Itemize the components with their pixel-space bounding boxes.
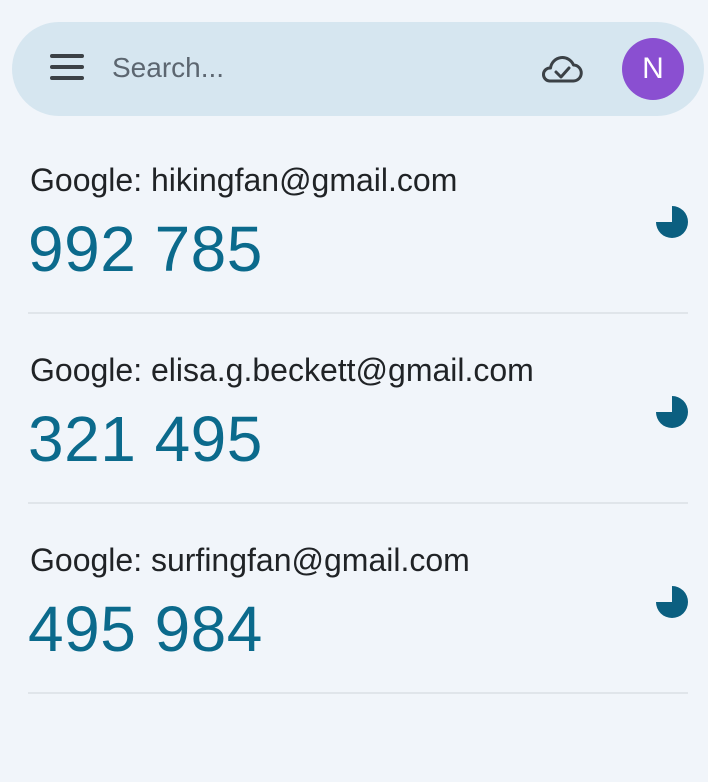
timer-icon	[654, 204, 690, 240]
account-label: Google: hikingfan@gmail.com	[30, 162, 458, 198]
account-item[interactable]: Google: surfingfan@gmail.com 495 984	[0, 504, 708, 694]
hamburger-menu-icon[interactable]	[50, 54, 84, 80]
account-code[interactable]: 495 984	[28, 590, 263, 668]
cloud-check-icon[interactable]	[540, 51, 584, 87]
timer-icon	[654, 584, 690, 620]
account-item[interactable]: Google: elisa.g.beckett@gmail.com 321 49…	[0, 314, 708, 504]
authenticator-app: Search... N Google: hikingfan@gmail.com …	[0, 0, 708, 782]
search-input[interactable]: Search...	[112, 48, 224, 88]
timer-icon	[654, 394, 690, 430]
avatar[interactable]: N	[622, 38, 684, 100]
account-label: Google: elisa.g.beckett@gmail.com	[30, 352, 534, 388]
account-list: Google: hikingfan@gmail.com 992 785 Goog…	[0, 124, 708, 694]
account-code[interactable]: 321 495	[28, 400, 263, 478]
account-code[interactable]: 992 785	[28, 210, 263, 288]
account-label: Google: surfingfan@gmail.com	[30, 542, 470, 578]
divider	[28, 692, 688, 694]
account-item[interactable]: Google: hikingfan@gmail.com 992 785	[0, 124, 708, 314]
